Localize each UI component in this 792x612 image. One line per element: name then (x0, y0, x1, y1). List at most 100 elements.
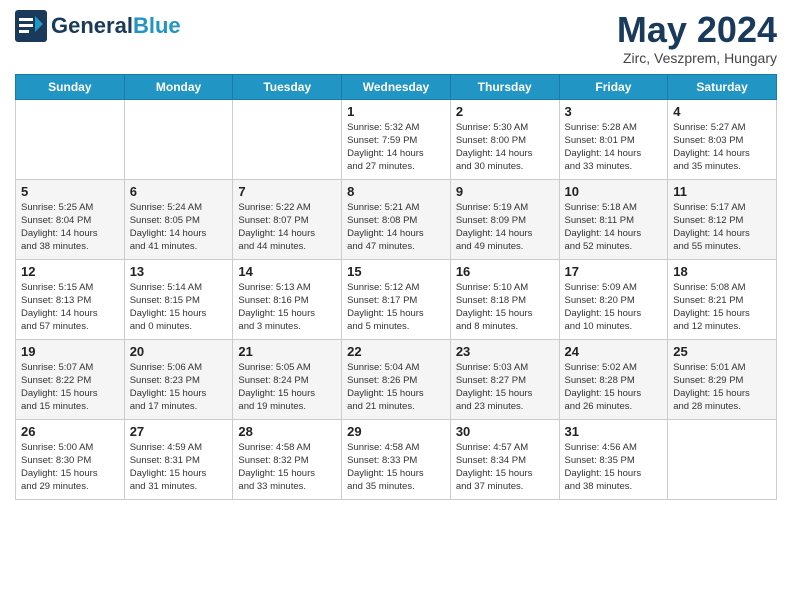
day-number: 20 (130, 344, 228, 359)
day-of-week-header: Wednesday (342, 74, 451, 99)
day-detail: Sunrise: 5:08 AM Sunset: 8:21 PM Dayligh… (673, 281, 771, 334)
calendar-week-row: 19 Sunrise: 5:07 AM Sunset: 8:22 PM Dayli… (16, 339, 777, 419)
day-detail: Sunrise: 5:02 AM Sunset: 8:28 PM Dayligh… (565, 361, 663, 414)
calendar-cell: 9 Sunrise: 5:19 AM Sunset: 8:09 PM Daylig… (450, 179, 559, 259)
day-detail: Sunrise: 5:22 AM Sunset: 8:07 PM Dayligh… (238, 201, 336, 254)
calendar-cell: 27 Sunrise: 4:59 AM Sunset: 8:31 PM Dayli… (124, 419, 233, 499)
calendar-cell: 28 Sunrise: 4:58 AM Sunset: 8:32 PM Dayli… (233, 419, 342, 499)
day-detail: Sunrise: 5:09 AM Sunset: 8:20 PM Dayligh… (565, 281, 663, 334)
day-number: 19 (21, 344, 119, 359)
calendar-cell: 30 Sunrise: 4:57 AM Sunset: 8:34 PM Dayli… (450, 419, 559, 499)
day-of-week-header: Tuesday (233, 74, 342, 99)
calendar-cell (16, 99, 125, 179)
day-number: 26 (21, 424, 119, 439)
logo: GeneralBlue (15, 10, 181, 42)
calendar-cell: 29 Sunrise: 4:58 AM Sunset: 8:33 PM Dayli… (342, 419, 451, 499)
calendar-cell (668, 419, 777, 499)
day-detail: Sunrise: 5:18 AM Sunset: 8:11 PM Dayligh… (565, 201, 663, 254)
calendar-cell: 19 Sunrise: 5:07 AM Sunset: 8:22 PM Dayli… (16, 339, 125, 419)
day-detail: Sunrise: 5:10 AM Sunset: 8:18 PM Dayligh… (456, 281, 554, 334)
calendar-cell: 14 Sunrise: 5:13 AM Sunset: 8:16 PM Dayli… (233, 259, 342, 339)
location: Zirc, Veszprem, Hungary (617, 50, 777, 66)
day-number: 3 (565, 104, 663, 119)
calendar-cell: 6 Sunrise: 5:24 AM Sunset: 8:05 PM Daylig… (124, 179, 233, 259)
calendar-week-row: 26 Sunrise: 5:00 AM Sunset: 8:30 PM Dayli… (16, 419, 777, 499)
page-header: GeneralBlue May 2024 Zirc, Veszprem, Hun… (15, 10, 777, 66)
calendar-cell: 21 Sunrise: 5:05 AM Sunset: 8:24 PM Dayli… (233, 339, 342, 419)
calendar-table: SundayMondayTuesdayWednesdayThursdayFrid… (15, 74, 777, 500)
day-number: 31 (565, 424, 663, 439)
day-detail: Sunrise: 4:58 AM Sunset: 8:32 PM Dayligh… (238, 441, 336, 494)
day-number: 10 (565, 184, 663, 199)
month-title: May 2024 (617, 10, 777, 50)
day-of-week-header: Saturday (668, 74, 777, 99)
day-detail: Sunrise: 5:19 AM Sunset: 8:09 PM Dayligh… (456, 201, 554, 254)
calendar-cell: 1 Sunrise: 5:32 AM Sunset: 7:59 PM Daylig… (342, 99, 451, 179)
day-detail: Sunrise: 4:59 AM Sunset: 8:31 PM Dayligh… (130, 441, 228, 494)
day-number: 29 (347, 424, 445, 439)
day-number: 1 (347, 104, 445, 119)
day-detail: Sunrise: 5:05 AM Sunset: 8:24 PM Dayligh… (238, 361, 336, 414)
day-number: 4 (673, 104, 771, 119)
day-number: 25 (673, 344, 771, 359)
calendar-week-row: 12 Sunrise: 5:15 AM Sunset: 8:13 PM Dayli… (16, 259, 777, 339)
day-of-week-header: Monday (124, 74, 233, 99)
day-number: 12 (21, 264, 119, 279)
calendar-cell: 2 Sunrise: 5:30 AM Sunset: 8:00 PM Daylig… (450, 99, 559, 179)
day-number: 13 (130, 264, 228, 279)
day-detail: Sunrise: 5:06 AM Sunset: 8:23 PM Dayligh… (130, 361, 228, 414)
day-detail: Sunrise: 5:30 AM Sunset: 8:00 PM Dayligh… (456, 121, 554, 174)
day-number: 15 (347, 264, 445, 279)
calendar-cell: 12 Sunrise: 5:15 AM Sunset: 8:13 PM Dayli… (16, 259, 125, 339)
calendar-cell: 17 Sunrise: 5:09 AM Sunset: 8:20 PM Dayli… (559, 259, 668, 339)
day-of-week-header: Friday (559, 74, 668, 99)
logo-icon (15, 10, 47, 42)
day-number: 27 (130, 424, 228, 439)
day-number: 9 (456, 184, 554, 199)
day-detail: Sunrise: 5:21 AM Sunset: 8:08 PM Dayligh… (347, 201, 445, 254)
calendar-week-row: 1 Sunrise: 5:32 AM Sunset: 7:59 PM Daylig… (16, 99, 777, 179)
calendar-cell: 3 Sunrise: 5:28 AM Sunset: 8:01 PM Daylig… (559, 99, 668, 179)
day-number: 17 (565, 264, 663, 279)
day-detail: Sunrise: 5:17 AM Sunset: 8:12 PM Dayligh… (673, 201, 771, 254)
calendar-cell: 13 Sunrise: 5:14 AM Sunset: 8:15 PM Dayli… (124, 259, 233, 339)
day-detail: Sunrise: 4:58 AM Sunset: 8:33 PM Dayligh… (347, 441, 445, 494)
day-detail: Sunrise: 4:56 AM Sunset: 8:35 PM Dayligh… (565, 441, 663, 494)
calendar-cell: 11 Sunrise: 5:17 AM Sunset: 8:12 PM Dayli… (668, 179, 777, 259)
calendar-cell: 26 Sunrise: 5:00 AM Sunset: 8:30 PM Dayli… (16, 419, 125, 499)
day-detail: Sunrise: 5:00 AM Sunset: 8:30 PM Dayligh… (21, 441, 119, 494)
day-detail: Sunrise: 5:07 AM Sunset: 8:22 PM Dayligh… (21, 361, 119, 414)
day-number: 18 (673, 264, 771, 279)
day-number: 7 (238, 184, 336, 199)
calendar-cell: 24Sunrise: 5:02 AM Sunset: 8:28 PM Dayli… (559, 339, 668, 419)
day-number: 23 (456, 344, 554, 359)
day-detail: Sunrise: 5:01 AM Sunset: 8:29 PM Dayligh… (673, 361, 771, 414)
day-number: 11 (673, 184, 771, 199)
day-number: 16 (456, 264, 554, 279)
day-detail: Sunrise: 5:24 AM Sunset: 8:05 PM Dayligh… (130, 201, 228, 254)
day-detail: Sunrise: 4:57 AM Sunset: 8:34 PM Dayligh… (456, 441, 554, 494)
calendar-cell (124, 99, 233, 179)
day-detail: Sunrise: 5:13 AM Sunset: 8:16 PM Dayligh… (238, 281, 336, 334)
calendar-cell: 5Sunrise: 5:25 AM Sunset: 8:04 PM Daylig… (16, 179, 125, 259)
day-detail: Sunrise: 5:32 AM Sunset: 7:59 PM Dayligh… (347, 121, 445, 174)
calendar-cell: 18 Sunrise: 5:08 AM Sunset: 8:21 PM Dayli… (668, 259, 777, 339)
day-number: 21 (238, 344, 336, 359)
day-detail: Sunrise: 5:14 AM Sunset: 8:15 PM Dayligh… (130, 281, 228, 334)
day-number: 5 (21, 184, 119, 199)
calendar-cell: 23Sunrise: 5:03 AM Sunset: 8:27 PM Dayli… (450, 339, 559, 419)
day-detail: Sunrise: 5:12 AM Sunset: 8:17 PM Dayligh… (347, 281, 445, 334)
calendar-cell: 4 Sunrise: 5:27 AM Sunset: 8:03 PM Daylig… (668, 99, 777, 179)
day-number: 6 (130, 184, 228, 199)
day-detail: Sunrise: 5:28 AM Sunset: 8:01 PM Dayligh… (565, 121, 663, 174)
day-number: 2 (456, 104, 554, 119)
day-number: 8 (347, 184, 445, 199)
day-detail: Sunrise: 5:04 AM Sunset: 8:26 PM Dayligh… (347, 361, 445, 414)
calendar-week-row: 5Sunrise: 5:25 AM Sunset: 8:04 PM Daylig… (16, 179, 777, 259)
day-detail: Sunrise: 5:15 AM Sunset: 8:13 PM Dayligh… (21, 281, 119, 334)
day-number: 14 (238, 264, 336, 279)
calendar-cell: 16 Sunrise: 5:10 AM Sunset: 8:18 PM Dayli… (450, 259, 559, 339)
day-detail: Sunrise: 5:27 AM Sunset: 8:03 PM Dayligh… (673, 121, 771, 174)
day-number: 28 (238, 424, 336, 439)
day-number: 30 (456, 424, 554, 439)
